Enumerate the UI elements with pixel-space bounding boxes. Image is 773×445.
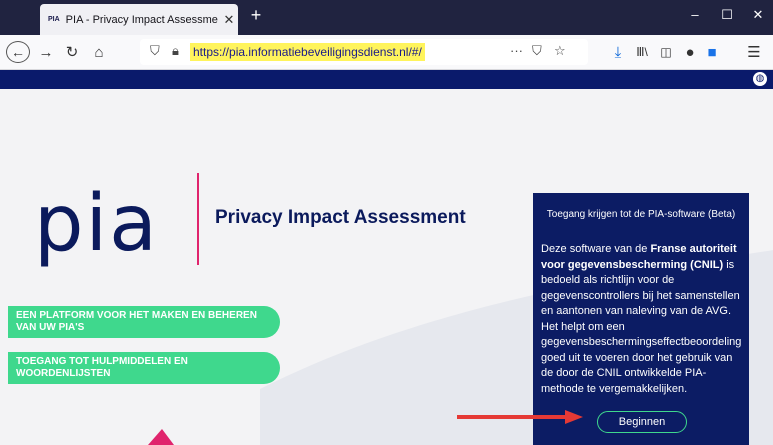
pocket-icon[interactable]: ⛉ (532, 43, 542, 59)
bookmark-star-icon[interactable]: ☆ (554, 43, 566, 59)
lock-icon[interactable]: 🔒︎ (172, 43, 179, 59)
feature-pill-platform: EEN PLATFORM VOOR HET MAKEN EN BEHEREN V… (8, 306, 280, 338)
window-close-icon[interactable]: ✕ (743, 7, 773, 23)
url-text[interactable]: https://pia.informatiebeveiligingsdienst… (190, 43, 425, 61)
pia-logo: pia (34, 179, 159, 269)
forward-icon[interactable]: → (36, 41, 56, 63)
feature-pill-resources: TOEGANG TOT HULPMIDDELEN EN WOORDENLIJST… (8, 352, 280, 384)
reload-icon[interactable]: ↻ (62, 41, 82, 63)
browser-tab[interactable]: PIA PIA - Privacy Impact Assessme ✕ (40, 4, 238, 35)
panel-description: Deze software van de Franse autoriteit v… (541, 242, 741, 397)
globe-icon[interactable]: ◍ (753, 72, 767, 86)
minimize-icon[interactable]: – (680, 7, 710, 22)
site-header-bar: ◍ (0, 70, 773, 89)
extension-icon[interactable]: ■ (702, 41, 722, 63)
close-tab-icon[interactable]: ✕ (220, 12, 238, 28)
home-icon[interactable]: ⌂ (88, 41, 110, 63)
menu-icon[interactable]: ☰ (744, 41, 764, 63)
hero-subtitle: Privacy Impact Assessment (215, 207, 466, 228)
library-icon[interactable]: Ⅲ\ (632, 41, 652, 63)
begin-button[interactable]: Beginnen (597, 411, 687, 433)
red-arrow-annotation (457, 410, 583, 424)
panel-title: Toegang krijgen tot de PIA-software (Bet… (546, 209, 736, 220)
new-tab-icon[interactable]: + (244, 5, 268, 26)
sidebar-icon[interactable]: ◫ (656, 41, 676, 63)
decorative-triangle (148, 429, 174, 445)
account-icon[interactable]: ● (680, 41, 700, 63)
navigation-bar: ← → ↻ ⌂ ⛉ 🔒︎ https://pia.informatiebevei… (0, 35, 773, 70)
address-bar[interactable]: ⛉ 🔒︎ https://pia.informatiebeveiligingsd… (140, 39, 588, 65)
tab-title: PIA - Privacy Impact Assessme (65, 13, 218, 26)
page-content: pia Privacy Impact Assessment EEN PLATFO… (0, 89, 773, 445)
tracking-shield-icon[interactable]: ⛉ (150, 43, 160, 59)
page-actions-icon[interactable]: ··· (510, 43, 523, 58)
logo-divider (197, 173, 199, 265)
download-icon[interactable]: ⤓ (608, 41, 628, 63)
maximize-icon[interactable]: ☐ (712, 7, 742, 23)
favicon-icon: PIA (48, 16, 60, 23)
browser-tab-bar: PIA PIA - Privacy Impact Assessme ✕ + – … (0, 0, 773, 35)
panel-text-rest: is bedoeld als richtlijn voor de gegeven… (541, 258, 742, 395)
access-panel: Toegang krijgen tot de PIA-software (Bet… (533, 193, 749, 445)
panel-text-intro: Deze software van de (541, 243, 651, 255)
back-icon[interactable]: ← (6, 41, 30, 63)
